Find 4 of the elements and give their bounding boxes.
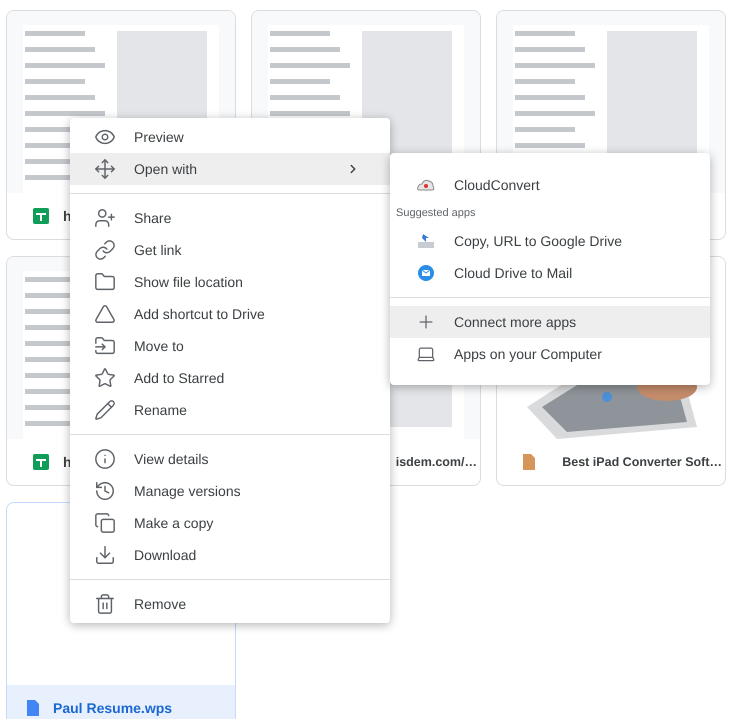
section-heading: Suggested apps	[395, 206, 477, 221]
file-name: Best iPad Converter Soft…	[562, 454, 722, 471]
file-name: isdem.com/…	[396, 454, 477, 471]
file-name: Paul Resume.wps	[53, 698, 172, 718]
